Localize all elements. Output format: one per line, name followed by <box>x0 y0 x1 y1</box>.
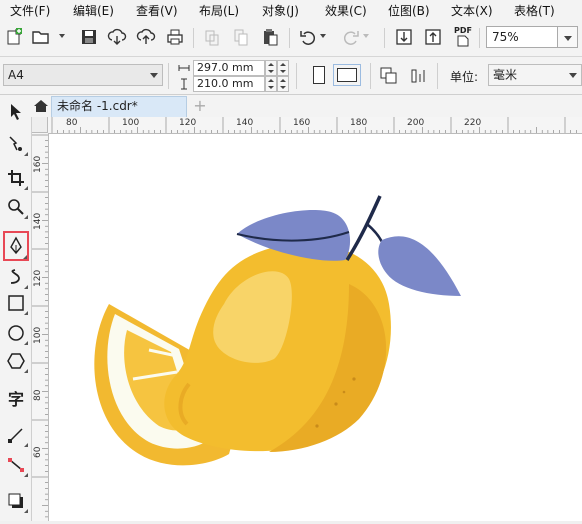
line-tool-icon[interactable] <box>4 423 28 447</box>
units-label: 单位: <box>450 70 479 84</box>
home-icon[interactable] <box>31 95 51 117</box>
crop-tool-icon[interactable] <box>4 166 28 190</box>
drawing-canvas[interactable] <box>49 134 582 521</box>
ellipse-tool-icon[interactable] <box>4 321 28 345</box>
horizontal-ruler[interactable]: 80 100 120 140 160 180 200 220 <box>48 117 582 134</box>
chevron-down-icon <box>569 73 577 78</box>
standard-toolbar: PDF 75% <box>0 20 582 57</box>
document-tab-bar: 未命名 -1.cdr* + <box>31 95 582 117</box>
all-pages-icon[interactable] <box>379 66 399 86</box>
portrait-button[interactable] <box>313 66 325 84</box>
cloud-upload-icon[interactable] <box>135 26 157 48</box>
shadow-tool-icon[interactable] <box>4 489 28 513</box>
height-stepper-b[interactable] <box>277 76 289 92</box>
hruler-ticks <box>51 117 577 133</box>
lemon-illustration[interactable] <box>49 134 582 521</box>
redo-dropdown-icon[interactable] <box>363 34 369 38</box>
units-value: 毫米 <box>493 68 518 82</box>
export-icon[interactable] <box>422 26 444 48</box>
text-tool-icon[interactable]: 字 <box>4 386 28 410</box>
menu-file[interactable]: 文件(F) <box>10 2 50 19</box>
page-width-input[interactable]: 297.0 mm <box>193 60 265 76</box>
cut-icon[interactable] <box>201 26 223 48</box>
right-leaf[interactable] <box>378 236 461 296</box>
landscape-button[interactable] <box>333 64 361 86</box>
width-stepper[interactable] <box>265 60 277 76</box>
lemon-stem[interactable] <box>345 195 382 261</box>
toolbox: 字 <box>0 95 32 521</box>
menu-object[interactable]: 对象(J) <box>262 2 299 19</box>
zoom-dropdown-button[interactable] <box>558 26 578 48</box>
save-icon[interactable] <box>78 26 100 48</box>
chevron-down-icon <box>150 73 158 78</box>
connector-tool-icon[interactable] <box>4 453 28 477</box>
zoom-level-input[interactable]: 75% <box>486 26 558 48</box>
ruler-origin[interactable] <box>32 117 48 133</box>
current-page-icon[interactable] <box>409 66 429 86</box>
menu-bitmaps[interactable]: 位图(B) <box>388 2 430 19</box>
menu-edit[interactable]: 编辑(E) <box>73 2 114 19</box>
units-select[interactable]: 毫米 <box>488 64 582 86</box>
page-height-input[interactable]: 210.0 mm <box>193 76 265 92</box>
menu-bar: 文件(F) 编辑(E) 查看(V) 布局(L) 对象(J) 效果(C) 位图(B… <box>0 0 582 21</box>
zoom-tool-icon[interactable] <box>4 195 28 219</box>
new-document-icon[interactable] <box>3 26 25 48</box>
menu-view[interactable]: 查看(V) <box>136 2 178 19</box>
print-icon[interactable] <box>164 26 186 48</box>
pick-tool-icon[interactable] <box>4 100 28 124</box>
menu-layout[interactable]: 布局(L) <box>199 2 239 19</box>
shape-tool-icon[interactable] <box>4 132 28 156</box>
rectangle-tool-icon[interactable] <box>4 291 28 315</box>
pdf-icon[interactable]: PDF <box>452 26 474 48</box>
add-tab-button[interactable]: + <box>191 96 209 116</box>
vruler-ticks <box>32 134 48 518</box>
menu-table[interactable]: 表格(T) <box>514 2 555 19</box>
height-icon <box>181 78 187 90</box>
redo-icon[interactable] <box>340 26 362 48</box>
menu-effects[interactable]: 效果(C) <box>325 2 367 19</box>
copy-icon[interactable] <box>230 26 252 48</box>
paper-size-select[interactable]: A4 <box>3 64 163 86</box>
undo-dropdown-icon[interactable] <box>320 34 326 38</box>
vertical-ruler[interactable]: 160 140 120 100 80 60 <box>32 117 49 521</box>
undo-icon[interactable] <box>297 26 319 48</box>
lemon-body[interactable] <box>164 243 391 452</box>
cloud-download-icon[interactable] <box>106 26 128 48</box>
chevron-down-icon <box>564 36 572 41</box>
width-stepper-b[interactable] <box>277 60 289 76</box>
open-folder-icon[interactable] <box>30 26 52 48</box>
pdf-label: PDF <box>454 26 472 35</box>
open-dropdown-icon[interactable] <box>59 34 65 38</box>
height-stepper[interactable] <box>265 76 277 92</box>
pen-tool-icon[interactable] <box>3 231 29 261</box>
artistic-media-icon[interactable] <box>4 265 28 289</box>
paper-size-value: A4 <box>8 68 24 82</box>
width-icon <box>178 65 190 71</box>
import-icon[interactable] <box>393 26 415 48</box>
menu-text[interactable]: 文本(X) <box>451 2 493 19</box>
document-tab[interactable]: 未命名 -1.cdr* <box>51 96 187 117</box>
property-bar: A4 297.0 mm 210.0 mm 单位: 毫米 <box>0 57 582 95</box>
polygon-tool-icon[interactable] <box>4 349 28 373</box>
paste-icon[interactable] <box>259 26 281 48</box>
